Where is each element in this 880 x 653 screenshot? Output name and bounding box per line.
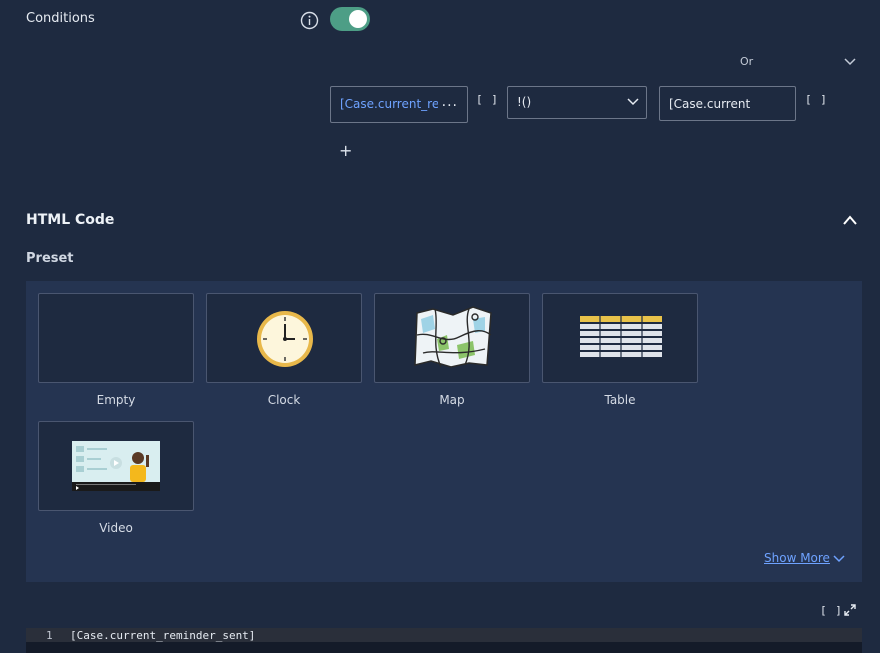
condition-operator-value: !() — [517, 95, 532, 109]
code-editor[interactable]: 1 [Case.current_reminder_sent] — [26, 628, 862, 653]
chevron-down-icon[interactable] — [832, 553, 846, 565]
preset-card-empty[interactable] — [38, 293, 194, 383]
variable-picker-button[interactable]: [ ] — [476, 93, 499, 106]
expand-icon[interactable] — [844, 604, 856, 616]
info-icon[interactable] — [300, 11, 319, 30]
chevron-up-icon[interactable] — [841, 212, 859, 228]
preset-label-video: Video — [99, 521, 133, 535]
preset-title: Preset — [26, 251, 74, 266]
condition-right-field[interactable] — [659, 86, 796, 121]
variable-picker-button[interactable]: [ ] — [805, 93, 828, 106]
video-icon — [72, 441, 160, 491]
condition-right-input[interactable] — [660, 87, 795, 120]
preset-label-map: Map — [439, 393, 465, 407]
code-line[interactable]: [Case.current_reminder_sent] — [70, 629, 255, 642]
preset-card-table[interactable] — [542, 293, 698, 383]
more-options-button[interactable]: ... — [442, 94, 458, 110]
chevron-down-icon[interactable] — [843, 55, 857, 69]
preset-card-video[interactable] — [38, 421, 194, 511]
toggle-knob — [349, 10, 367, 28]
condition-left-value: [Case.current_re — [340, 97, 438, 111]
show-more-link[interactable]: Show More — [764, 551, 830, 565]
conditions-title: Conditions — [26, 11, 95, 26]
html-code-title: HTML Code — [26, 212, 115, 228]
variable-picker-button[interactable]: [ ] — [820, 604, 843, 617]
map-icon — [414, 306, 492, 368]
preset-panel: Empty Clock Map Table Video — [26, 281, 862, 582]
condition-left-field[interactable]: [Case.current_re ... — [330, 86, 468, 123]
preset-label-empty: Empty — [96, 393, 136, 407]
chevron-down-icon — [627, 98, 639, 106]
preset-label-table: Table — [604, 393, 636, 407]
table-icon — [580, 316, 662, 360]
clock-icon — [257, 311, 313, 367]
add-condition-button[interactable]: + — [339, 141, 352, 160]
line-number: 1 — [46, 629, 53, 642]
preset-card-clock[interactable] — [206, 293, 362, 383]
preset-label-clock: Clock — [267, 393, 301, 407]
logic-operator-select[interactable]: Or — [740, 55, 753, 68]
condition-operator-select[interactable]: !() — [507, 86, 647, 119]
conditions-toggle[interactable] — [330, 7, 370, 31]
preset-card-map[interactable] — [374, 293, 530, 383]
